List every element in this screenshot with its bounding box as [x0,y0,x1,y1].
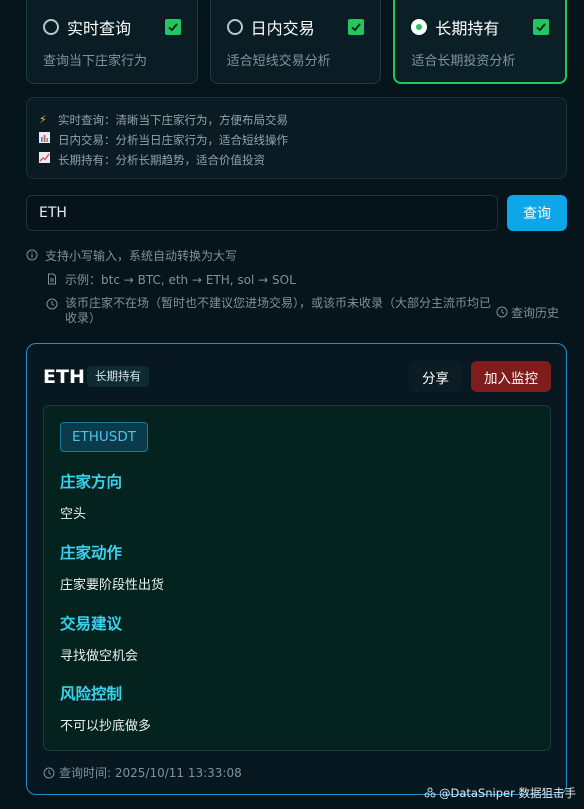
mode-title-longterm: 长期持有 [435,19,500,38]
section-body-risk: 不可以抄底做多 [60,719,152,734]
history-clock-icon [496,306,508,318]
checkbox-check-icon[interactable] [533,19,550,35]
document-icon [48,273,56,285]
section-title-action: 庄家动作 [60,544,123,562]
mode-title-intraday: 日内交易 [250,19,315,38]
share-button[interactable]: 分享 [409,361,462,392]
mode-card-realtime[interactable]: 实时查询 查询当下庄家行为 [26,0,198,84]
section-title-direction: 庄家方向 [60,473,123,491]
mode-desc-intraday: 适合短线交易分析 [226,54,331,69]
hint-warning: 该币庄家不在场（暂时也不建议您进场交易），或该币未收录（大部分主流币均已收录） [46,296,492,326]
section-body-advice: 寻找做空机会 [60,649,139,664]
section-body-direction: 空头 [60,507,87,522]
query-time: 查询时间: 2025/10/11 13:33:08 [43,764,242,781]
clock-icon [46,298,58,310]
radio-longterm[interactable] [411,19,428,35]
watermark-text: @DataSniper 数据狙击手 [439,786,576,800]
hint-lowercase: 支持小写输入，系统自动转换为大写 [26,247,237,264]
radio-realtime[interactable] [43,19,59,35]
hint-example: 示例：btc → BTC, eth → ETH, sol → SOL [46,271,296,288]
mode-title-realtime: 实时查询 [67,19,132,38]
symbol-search-input[interactable] [26,195,498,231]
result-mode-badge: 长期持有 [87,366,149,387]
trend-chart-icon [39,150,55,170]
trading-pair-tag: ETHUSDT [60,422,149,452]
add-monitor-button[interactable]: 加入监控 [471,361,551,392]
info-intraday: 日内交易：分析当日庄家行为，适合短线操作 [58,133,288,147]
info-realtime: 实时查询：清晰当下庄家行为，方便布局交易 [58,113,288,127]
mode-card-intraday[interactable]: 日内交易 适合短线交易分析 [209,0,382,84]
mode-selector: 实时查询 查询当下庄家行为 日内交易 适合短线交易分析 长期持有 适合长期投资分… [26,0,568,84]
watermark: @DataSniper 数据狙击手 [424,785,576,801]
mode-desc-longterm: 适合长期投资分析 [411,54,516,69]
watermark-logo-icon [424,787,436,798]
clock-icon [43,767,55,778]
info-longterm: 长期持有：分析长期趋势，适合价值投资 [58,153,265,167]
mode-desc-realtime: 查询当下庄家行为 [43,54,148,69]
result-card: ETH 长期持有 分享 加入监控 ETHUSDT 庄家方向 空头 庄家动作 庄家… [26,343,567,795]
radio-intraday[interactable] [226,19,243,35]
query-time-text: 查询时间: 2025/10/11 13:33:08 [59,766,242,780]
hint-lowercase-text: 支持小写输入，系统自动转换为大写 [45,249,238,263]
lightning-icon: ⚡ [39,113,47,126]
checkbox-check-icon[interactable] [164,19,181,35]
analysis-panel: ETHUSDT 庄家方向 空头 庄家动作 庄家要阶段性出货 交易建议 寻找做空机… [43,405,551,751]
hint-warning-text: 该币庄家不在场（暂时也不建议您进场交易），或该币未收录（大部分主流币均已收录） [65,296,492,325]
result-symbol: ETH [43,366,85,388]
history-link-text[interactable]: 查询历史 [511,304,559,321]
section-title-advice: 交易建议 [60,615,123,633]
mode-card-longterm[interactable]: 长期持有 适合长期投资分析 [393,0,568,84]
info-icon [26,249,38,261]
checkbox-check-icon[interactable] [348,19,365,35]
hint-example-text: 示例：btc → BTC, eth → ETH, sol → SOL [65,273,296,287]
section-body-action: 庄家要阶段性出货 [60,578,165,593]
section-title-risk: 风险控制 [60,685,123,703]
query-button[interactable]: 查询 [507,195,567,231]
bar-chart-icon [39,130,55,150]
history-link[interactable]: 查询历史 [496,304,559,321]
mode-info-box: ⚡ 实时查询：清晰当下庄家行为，方便布局交易 日内交易：分析当日庄家行为，适合短… [26,97,567,179]
